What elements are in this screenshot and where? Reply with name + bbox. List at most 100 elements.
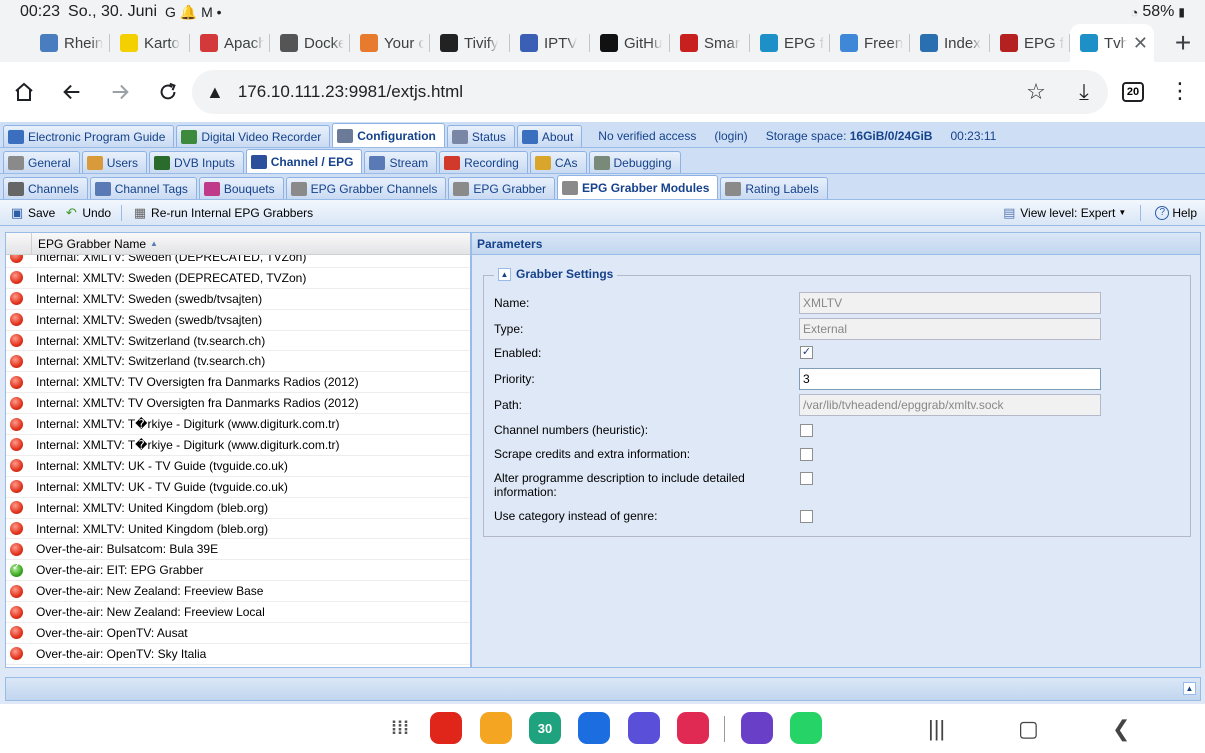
table-row[interactable]: Over-the-air: OpenTV: Sky Italia [6,644,470,665]
main-tab-about[interactable]: About [516,125,583,147]
screen-recorder-icon[interactable] [677,712,709,744]
files-icon[interactable] [480,712,512,744]
download-icon[interactable]: ⤓ [1060,79,1108,105]
table-row[interactable]: Over-the-air: New Zealand: Freeview Base [6,581,470,603]
bookmark-star-icon[interactable]: ☆ [1012,79,1060,105]
enabled-checkbox[interactable]: ✓ [800,346,813,359]
flipboard-icon[interactable] [430,712,462,744]
config-tab-general[interactable]: General [3,151,80,173]
browser-tab[interactable]: Apach [190,24,270,62]
browser-tab[interactable]: IPTV [510,24,590,62]
reload-button[interactable] [144,68,192,116]
whatsapp-icon[interactable] [790,712,822,744]
undo-button[interactable]: ↶ Undo [59,202,115,224]
channel-tab-bouquets[interactable]: Bouquets [198,177,284,199]
table-row[interactable]: Internal: XMLTV: T�rkiye - Digiturk (www… [6,414,470,436]
main-tab-digital-video-recorder[interactable]: Digital Video Recorder [176,125,331,147]
app-drawer-icon[interactable]: ⁞⁞⁞ [384,712,416,744]
url-text[interactable]: 176.10.111.23:9981/extjs.html [238,82,463,102]
browser-tab[interactable]: Karto [110,24,190,62]
menu-kebab-icon[interactable]: ⋮ [1168,78,1192,104]
table-row[interactable]: Over-the-air: New Zealand: Freeview Loca… [6,602,470,624]
expand-panel-icon[interactable]: ▲ [1183,682,1196,695]
browser-tab[interactable]: Freen [830,24,910,62]
priority-field[interactable]: 3 [799,368,1101,390]
help-button[interactable]: ? Help [1151,202,1201,224]
config-tab-users[interactable]: Users [81,151,148,173]
config-tab-cas[interactable]: CAs [529,151,587,173]
name-field[interactable]: XMLTV [799,292,1101,314]
channel-tab-channel-tags[interactable]: Channel Tags [89,177,197,199]
browser-tab[interactable]: Tivify [430,24,510,62]
recent-apps-icon[interactable]: ||| [928,716,945,742]
browser-tab[interactable]: Index [910,24,990,62]
browser-tab[interactable]: Your c [350,24,430,62]
back-nav-icon[interactable]: ❮ [1112,716,1130,742]
new-tab-button[interactable]: + [1161,24,1205,62]
table-row[interactable]: Internal: XMLTV: Switzerland (tv.search.… [6,351,470,373]
table-row[interactable]: Internal: XMLTV: Sweden (swedb/tvsajten) [6,289,470,310]
table-row[interactable]: Internal: XMLTV: Switzerland (tv.search.… [6,331,470,352]
grabber-settings-legend[interactable]: ▲ Grabber Settings [494,267,618,281]
table-row[interactable]: Internal: XMLTV: UK - TV Guide (tvguide.… [6,456,470,477]
table-row[interactable]: Internal: XMLTV: United Kingdom (bleb.or… [6,498,470,519]
table-row[interactable]: Internal: XMLTV: Sweden (swedb/tvsajten) [6,310,470,331]
table-row[interactable]: Internal: XMLTV: United Kingdom (bleb.or… [6,519,470,540]
grabber-name-column-header[interactable]: EPG Grabber Name ▲ [32,237,158,251]
table-row[interactable]: Internal: XMLTV: T�rkiye - Digiturk (www… [6,435,470,456]
table-row[interactable]: Over-the-air: EIT: EPG Grabber [6,560,470,582]
config-tab-channel-epg[interactable]: Channel / EPG [245,149,363,173]
channel-tab-rating-labels[interactable]: Rating Labels [720,177,828,199]
browser-tab[interactable]: EPG f [750,24,830,62]
path-field[interactable]: /var/lib/tvheadend/epggrab/xmltv.sock [799,394,1101,416]
grid-body[interactable]: Internal: XMLTV: Sweden (DEPRECATED, TVZ… [6,255,470,667]
main-tab-configuration[interactable]: Configuration [332,123,445,147]
channel-numbers-checkbox[interactable] [800,424,813,437]
browser-tab[interactable]: GitHu [590,24,670,62]
channel-tab-epg-grabber-modules[interactable]: EPG Grabber Modules [557,175,719,199]
home-button[interactable] [0,68,48,116]
config-tab-recording[interactable]: Recording [439,151,528,173]
table-row[interactable]: Over-the-air: OpenTV: Ausat [6,623,470,644]
channel-tab-epg-grabber-channels[interactable]: EPG Grabber Channels [285,177,447,199]
rerun-grabbers-button[interactable]: ▦ Re-run Internal EPG Grabbers [128,202,317,224]
browser-tab[interactable]: Rhein [30,24,110,62]
grid-status-column-header[interactable] [6,233,32,255]
main-tab-electronic-program-guide[interactable]: Electronic Program Guide [3,125,175,147]
not-secure-warning-icon[interactable]: ▲ [206,82,224,103]
channel-tab-epg-grabber[interactable]: EPG Grabber [448,177,556,199]
address-bar[interactable]: ▲ 176.10.111.23:9981/extjs.html ☆ ⤓ [192,70,1108,114]
browser-tab[interactable]: Tvh ✕ [1070,24,1154,62]
tab-switcher-button[interactable]: 20 [1122,82,1144,102]
messages-icon[interactable] [578,712,610,744]
internet-icon[interactable] [628,712,660,744]
use-category-checkbox[interactable] [800,510,813,523]
channel-tab-channels[interactable]: Channels [3,177,88,199]
browser-tab[interactable]: EPG f [990,24,1070,62]
table-row[interactable]: Over-the-air: Bulsatcom: Bula 39E [6,539,470,561]
type-field[interactable]: External [799,318,1101,340]
table-row[interactable]: Internal: XMLTV: TV Oversigten fra Danma… [6,393,470,415]
alter-description-checkbox[interactable] [800,472,813,485]
browser-tab[interactable]: Docke [270,24,350,62]
table-row[interactable]: Internal: XMLTV: Sweden (DEPRECATED, TVZ… [6,268,470,289]
browser-tab[interactable]: Smar [670,24,750,62]
forward-button[interactable] [96,68,144,116]
main-tab-status[interactable]: Status [446,125,515,147]
view-level-dropdown[interactable]: ▤ View level: Expert ▼ [997,202,1130,224]
save-button[interactable]: ▣ Save [5,202,59,224]
config-tab-stream[interactable]: Stream [364,151,438,173]
table-row[interactable]: Internal: XMLTV: UK - TV Guide (tvguide.… [6,477,470,498]
calendar-icon[interactable]: 30 [529,712,561,744]
login-link[interactable]: (login) [714,129,747,143]
email-icon[interactable] [741,712,773,744]
back-button[interactable] [48,68,96,116]
scrape-credits-checkbox[interactable] [800,448,813,461]
home-nav-icon[interactable]: ▢ [1018,716,1039,742]
close-tab-icon[interactable]: ✕ [1133,33,1148,54]
config-tab-dvb-inputs[interactable]: DVB Inputs [149,151,244,173]
table-row[interactable]: Internal: XMLTV: TV Oversigten fra Danma… [6,372,470,394]
collapse-toggle-icon[interactable]: ▲ [498,267,511,281]
table-row[interactable]: Internal: XMLTV: Sweden (DEPRECATED, TVZ… [6,255,470,268]
config-tab-debugging[interactable]: Debugging [588,151,681,173]
